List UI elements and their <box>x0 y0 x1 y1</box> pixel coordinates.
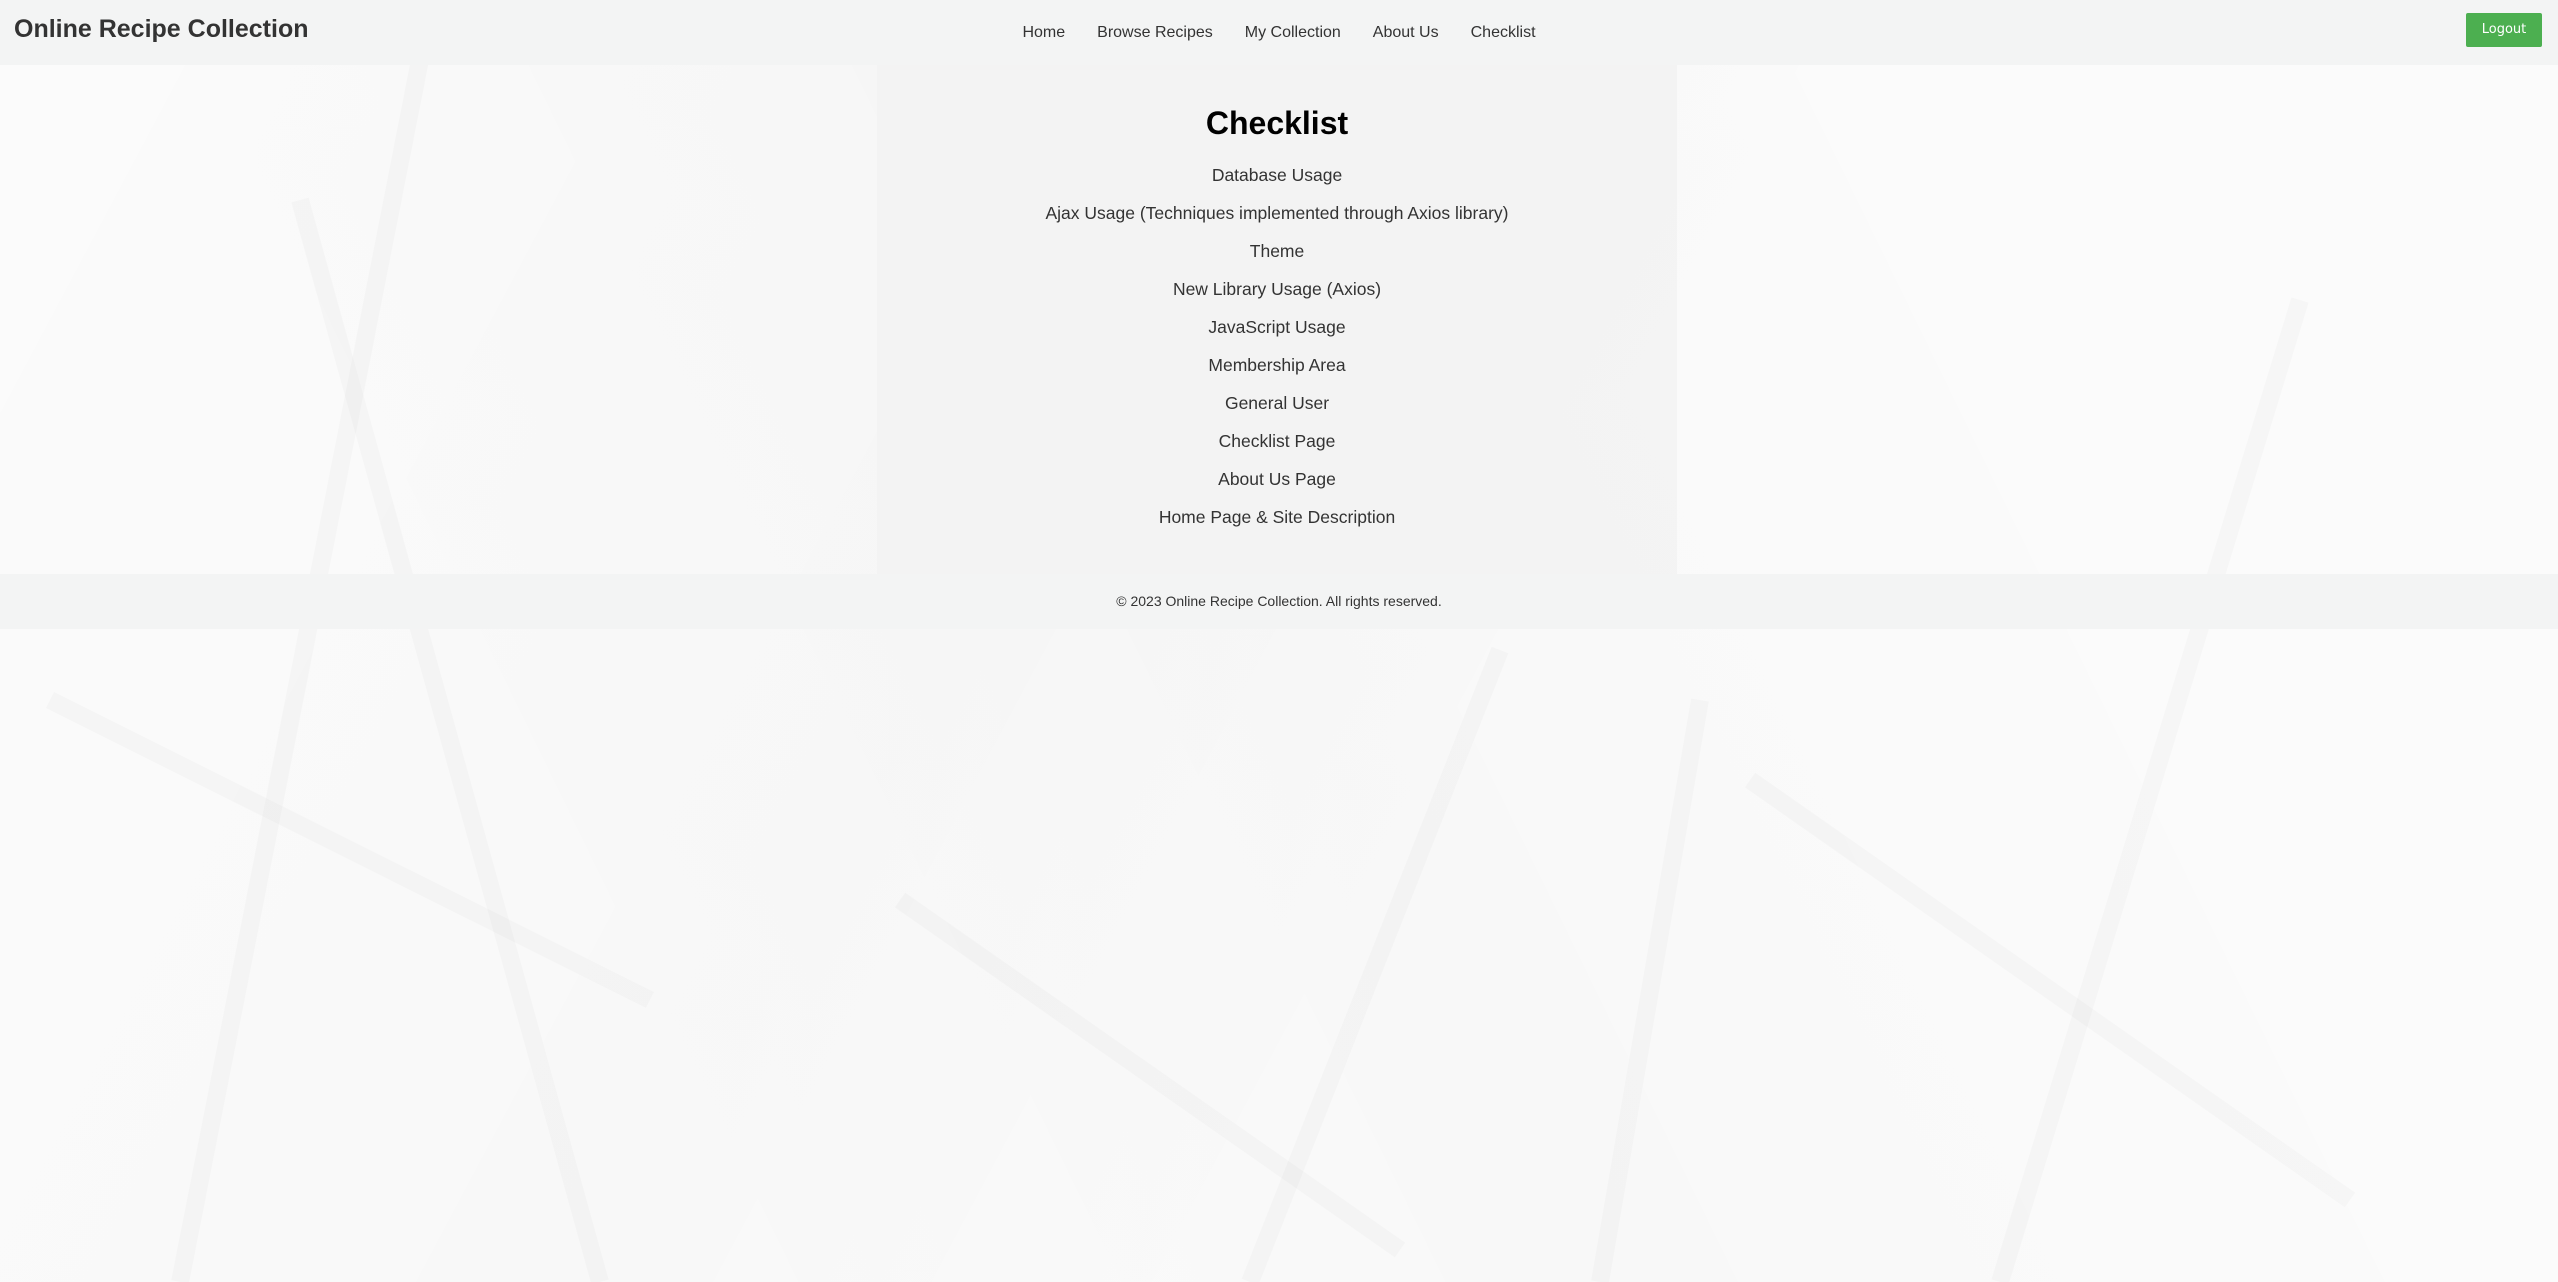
site-footer: © 2023 Online Recipe Collection. All rig… <box>0 574 2558 629</box>
nav-link-about-us[interactable]: About Us <box>1373 23 1439 43</box>
nav-link-browse-recipes[interactable]: Browse Recipes <box>1097 23 1213 43</box>
checklist-item: General User <box>1224 393 1330 413</box>
checklist-item: Home Page & Site Description <box>1158 507 1396 527</box>
nav-link-home[interactable]: Home <box>1022 23 1065 43</box>
checklist-item: JavaScript Usage <box>1208 317 1346 337</box>
nav-link-my-collection[interactable]: My Collection <box>1245 23 1341 43</box>
checklist-item: Theme <box>1249 241 1305 261</box>
checklist-panel: Checklist Database Usage Ajax Usage (Tec… <box>877 65 1677 574</box>
checklist-item: Membership Area <box>1208 355 1346 375</box>
checklist-item: Database Usage <box>1211 165 1343 185</box>
logout-button[interactable]: Logout <box>2466 13 2542 47</box>
checklist-item: About Us Page <box>1218 469 1336 489</box>
page-title: Checklist <box>1205 105 1349 141</box>
checklist-item: Checklist Page <box>1218 431 1336 451</box>
checklist-item: Ajax Usage (Techniques implemented throu… <box>1045 203 1509 223</box>
copyright-text: © 2023 Online Recipe Collection. All rig… <box>1116 593 1442 609</box>
top-navbar: Online Recipe Collection Home Browse Rec… <box>0 0 2558 65</box>
site-brand[interactable]: Online Recipe Collection <box>14 14 309 44</box>
checklist-list: Database Usage Ajax Usage (Techniques im… <box>877 165 1677 527</box>
checklist-item: New Library Usage (Axios) <box>1172 279 1382 299</box>
nav-link-checklist[interactable]: Checklist <box>1471 23 1536 43</box>
main-nav: Home Browse Recipes My Collection About … <box>0 0 2558 65</box>
